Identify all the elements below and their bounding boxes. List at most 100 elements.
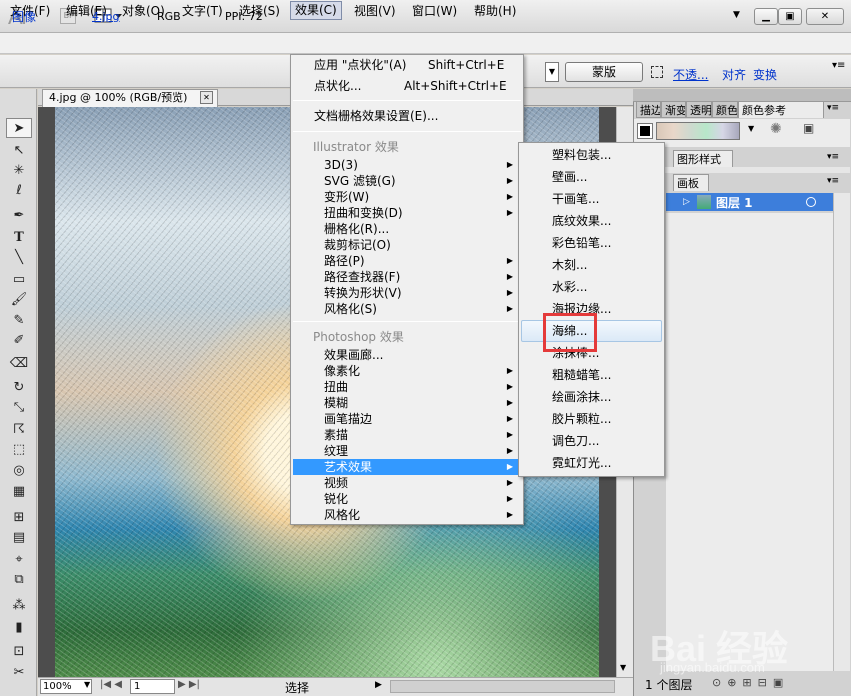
mask-button[interactable]: 蒙版 xyxy=(565,62,643,82)
save-swatch-icon[interactable]: ▣ xyxy=(803,121,814,135)
tab-gradient[interactable]: 渐变 xyxy=(661,101,686,118)
first-artboard-icon[interactable]: |◀ ◀ xyxy=(100,679,122,690)
photoshop-effect-item[interactable]: 锐化 ▶ xyxy=(293,491,521,507)
scale-tool-icon[interactable]: ⤡ xyxy=(6,398,32,418)
tab-transparency[interactable]: 透明 xyxy=(686,101,712,118)
tab-color-guide[interactable]: 颜色参考 xyxy=(738,101,824,118)
paintbrush-tool-icon[interactable]: 🖌 xyxy=(6,290,32,310)
layer-actions-icons[interactable]: ⊙⊕⊞⊟▣ xyxy=(712,676,789,689)
close-button[interactable]: ✕ xyxy=(806,8,844,25)
line-tool-icon[interactable]: ╲ xyxy=(6,248,32,268)
image-label[interactable]: 图像 xyxy=(12,8,36,25)
panel-menu-icon[interactable]: ▾≡ xyxy=(832,60,845,71)
photoshop-effect-item[interactable]: 像素化 ▶ xyxy=(293,363,521,379)
photoshop-effect-item[interactable]: 模糊 ▶ xyxy=(293,395,521,411)
shape-builder-tool-icon[interactable]: ◎ xyxy=(6,461,32,481)
illustrator-effect-item[interactable]: 路径(P) ▶ xyxy=(293,253,521,269)
workspace-dropdown-icon[interactable]: ▼ xyxy=(733,10,740,20)
base-color-swatch[interactable] xyxy=(637,123,653,139)
illustrator-effect-item[interactable]: SVG 滤镜(G) ▶ xyxy=(293,173,521,189)
artboard-field[interactable]: 1 xyxy=(130,679,175,694)
eyedropper-tool-icon[interactable]: ⌖ xyxy=(6,550,32,570)
artboards-menu-icon[interactable]: ▾≡ xyxy=(827,176,839,186)
tab-color[interactable]: 颜色 xyxy=(712,101,738,118)
type-tool-icon[interactable]: T xyxy=(6,228,32,248)
artistic-effect-item[interactable]: 粗糙蜡笔... xyxy=(552,366,611,384)
selection-tool-icon[interactable]: ➤ xyxy=(6,118,32,138)
tab-graphic-styles[interactable]: 图形样式 xyxy=(673,150,733,167)
illustrator-effect-item[interactable]: 风格化(S) ▶ xyxy=(293,301,521,317)
status-menu-icon[interactable]: ▶ xyxy=(375,680,382,690)
artistic-effect-item[interactable]: 霓虹灯光... xyxy=(552,454,611,472)
illustrator-effect-item[interactable]: 3D(3) ▶ xyxy=(293,157,521,173)
artistic-effect-item[interactable]: 调色刀... xyxy=(552,432,599,450)
tab-artboards[interactable]: 画板 xyxy=(673,174,709,191)
rectangle-tool-icon[interactable]: ▭ xyxy=(6,270,32,290)
illustrator-effect-item[interactable]: 转换为形状(V) ▶ xyxy=(293,285,521,301)
mesh-tool-icon[interactable]: ⊞ xyxy=(6,508,32,528)
align-link[interactable]: 对齐 xyxy=(722,66,746,83)
perspective-grid-tool-icon[interactable]: ▦ xyxy=(6,482,32,502)
harmony-colors-strip[interactable] xyxy=(656,122,740,140)
layer-name[interactable]: 图层 1 xyxy=(716,194,753,211)
illustrator-effect-item[interactable]: 变形(W) ▶ xyxy=(293,189,521,205)
restore-button[interactable]: ▣ xyxy=(778,8,802,25)
transform-link[interactable]: 变换 xyxy=(753,66,777,83)
layers-scrollbar[interactable] xyxy=(833,193,850,671)
blend-tool-icon[interactable]: ⧉ xyxy=(6,570,32,590)
photoshop-effect-item[interactable]: 素描 ▶ xyxy=(293,427,521,443)
menu-view[interactable]: 视图(V) xyxy=(350,3,400,19)
panel-options-icon[interactable]: ▾≡ xyxy=(827,103,839,113)
illustrator-effect-item[interactable]: 裁剪标记(O) xyxy=(293,237,521,253)
photoshop-effect-item[interactable]: 风格化 ▶ xyxy=(293,507,521,523)
color-wheel-icon[interactable]: ✺ xyxy=(770,121,782,137)
photoshop-effect-item[interactable]: 效果画廊... xyxy=(293,347,521,363)
artistic-effect-item[interactable]: 底纹效果... xyxy=(552,212,611,230)
close-tab-icon[interactable]: ✕ xyxy=(200,91,213,104)
menu-item-raster-settings[interactable]: 文档栅格效果设置(E)... xyxy=(293,108,521,124)
artistic-effect-item[interactable]: 胶片颗粒... xyxy=(552,410,611,428)
menu-item-apply-last[interactable]: 应用 "点状化"(A) Shift+Ctrl+E xyxy=(293,57,521,73)
artistic-effect-item[interactable]: 水彩... xyxy=(552,278,587,296)
artistic-effect-item[interactable]: 彩色铅笔... xyxy=(552,234,611,252)
artboard-tool-icon[interactable]: ⊡ xyxy=(6,642,32,662)
graph-tool-icon[interactable]: ▮ xyxy=(6,618,32,638)
pen-tool-icon[interactable]: ✒ xyxy=(6,206,32,226)
gradient-tool-icon[interactable]: ▤ xyxy=(6,528,32,548)
menu-effect[interactable]: 效果(C) xyxy=(290,1,342,20)
graphic-styles-menu-icon[interactable]: ▾≡ xyxy=(827,152,839,162)
options-dropdown-icon[interactable]: ▼ xyxy=(545,62,559,82)
isolate-icon[interactable] xyxy=(651,66,663,78)
harmony-dropdown-icon[interactable]: ▼ xyxy=(748,124,754,133)
horizontal-scrollbar[interactable] xyxy=(390,680,615,693)
warp-tool-icon[interactable]: ☈ xyxy=(6,420,32,440)
zoom-dropdown-icon[interactable]: ▼ xyxy=(84,680,90,689)
menu-window[interactable]: 窗口(W) xyxy=(408,3,461,19)
eraser-tool-icon[interactable]: ⌫ xyxy=(6,354,32,374)
scroll-down-icon[interactable]: ▼ xyxy=(620,663,626,672)
next-artboard-icon[interactable]: ▶ ▶| xyxy=(178,679,200,690)
expand-layer-icon[interactable]: ▷ xyxy=(683,197,690,207)
lasso-tool-icon[interactable]: ℓ xyxy=(6,181,32,201)
rotate-tool-icon[interactable]: ↻ xyxy=(6,378,32,398)
layer-target-icon[interactable] xyxy=(806,197,816,207)
photoshop-effect-item[interactable]: 纹理 ▶ xyxy=(293,443,521,459)
artistic-effect-item[interactable]: 木刻... xyxy=(552,256,587,274)
free-transform-tool-icon[interactable]: ⬚ xyxy=(6,440,32,460)
tab-stroke[interactable]: 描边 xyxy=(636,101,661,118)
illustrator-effect-item[interactable]: 路径查找器(F) ▶ xyxy=(293,269,521,285)
artistic-effect-item[interactable]: 干画笔... xyxy=(552,190,599,208)
photoshop-effect-item[interactable]: 艺术效果 ▶ xyxy=(293,459,521,475)
magic-wand-tool-icon[interactable]: ✳ xyxy=(6,161,32,181)
artistic-effect-item[interactable]: 绘画涂抹... xyxy=(552,388,611,406)
illustrator-effect-item[interactable]: 扭曲和变换(D) ▶ xyxy=(293,205,521,221)
artistic-effect-item[interactable]: 塑料包装... xyxy=(552,146,611,164)
photoshop-effect-item[interactable]: 扭曲 ▶ xyxy=(293,379,521,395)
blob-brush-tool-icon[interactable]: ✐ xyxy=(6,331,32,351)
photoshop-effect-item[interactable]: 画笔描边 ▶ xyxy=(293,411,521,427)
pencil-tool-icon[interactable]: ✎ xyxy=(6,311,32,331)
symbol-sprayer-tool-icon[interactable]: ⁂ xyxy=(6,596,32,616)
illustrator-effect-item[interactable]: 栅格化(R)... xyxy=(293,221,521,237)
linked-file-link[interactable]: 4.jpg xyxy=(92,10,120,23)
layer-row[interactable]: ▷ 图层 1 xyxy=(666,193,834,211)
